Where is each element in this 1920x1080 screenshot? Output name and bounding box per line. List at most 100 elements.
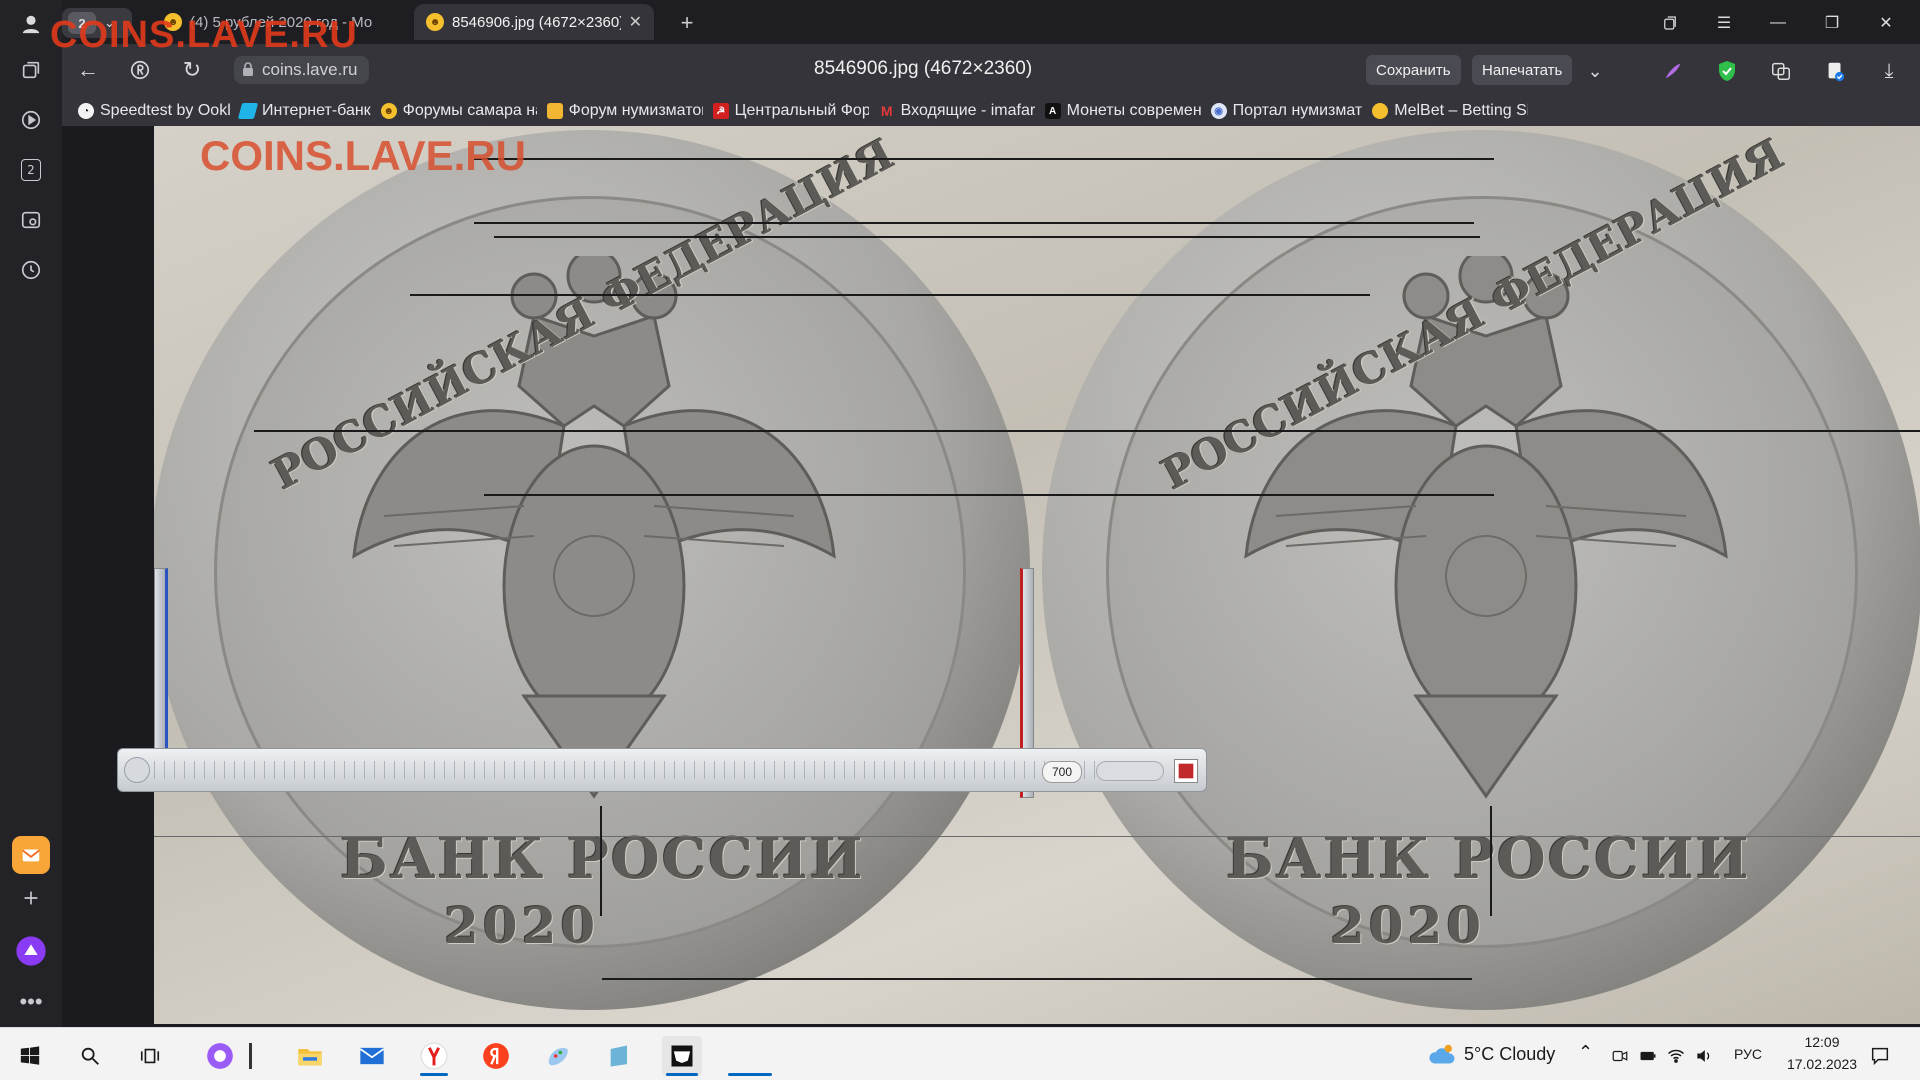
search-icon[interactable]: [70, 1036, 110, 1076]
bookmark-samara-forums[interactable]: ☻ Форумы самара на: [380, 102, 547, 120]
chevron-up-icon[interactable]: ⌃: [1578, 1042, 1593, 1063]
bookmark-numismatist-portal[interactable]: ◉ Портал нумизмат: [1210, 102, 1373, 120]
coin-year-left: 2020: [444, 896, 600, 955]
watermark-image: COINS.LAVE.RU: [200, 132, 526, 179]
bookmark-inbox[interactable]: M Входящие - imafar: [879, 102, 1045, 120]
bookmark-numismatist-forum[interactable]: Форум нумизматов: [546, 102, 713, 120]
tab-label: 8546906.jpg (4672×2360): [452, 13, 621, 31]
guide-line: [154, 836, 1920, 837]
coin-photo[interactable]: РОССИЙСКАЯ ФЕДЕРАЦИЯ РОССИЙСКАЯ ФЕДЕРАЦИ…: [154, 126, 1920, 1024]
guide-line: [474, 158, 1494, 160]
guide-line-vertical: [600, 806, 602, 916]
menu-icon[interactable]: ☰: [1702, 8, 1746, 38]
coin-icon: ◉: [1210, 103, 1227, 119]
caliper-left-jaw[interactable]: [154, 568, 168, 778]
caliper-controls[interactable]: [1096, 761, 1164, 781]
input-language[interactable]: РУС: [1734, 1046, 1762, 1062]
reload-icon[interactable]: ↻: [176, 54, 208, 86]
guide-line: [494, 236, 1480, 238]
volume-icon[interactable]: [1690, 1036, 1718, 1076]
restore-icon[interactable]: ❐: [1810, 8, 1854, 38]
page-title: 8546906.jpg (4672×2360): [814, 58, 1033, 79]
battery-icon[interactable]: [1634, 1036, 1662, 1076]
speedtest-icon: ◔: [78, 103, 94, 119]
document-check-icon[interactable]: [1820, 56, 1850, 86]
bookmark-label: Speedtest by Ookla: [100, 102, 230, 119]
close-tab-icon[interactable]: ✕: [629, 12, 642, 32]
tabs-count-button[interactable]: 2: [13, 152, 49, 188]
watermark-top: COINS.LAVE.RU: [50, 14, 358, 56]
collections-icon[interactable]: [13, 52, 49, 88]
mail-icon: M: [880, 103, 893, 119]
active-indicator: [728, 1073, 772, 1076]
bookmark-label: Монеты современ: [1066, 102, 1201, 119]
back-arrow-icon[interactable]: ←: [72, 54, 104, 86]
yandex-home-icon[interactable]: [124, 54, 156, 86]
weather-cloud-icon[interactable]: [1422, 1036, 1462, 1076]
collections-panel-icon[interactable]: [1648, 8, 1692, 38]
active-indicator: [420, 1073, 448, 1076]
browser-window: 2 ••• 2 ⌄ ☻ (4) 5 рублей 2020 год - Мо ☻: [0, 0, 1920, 1027]
caliper-handle-icon[interactable]: [124, 757, 150, 783]
smiley-icon: ☻: [380, 103, 397, 119]
save-button[interactable]: Сохранить: [1366, 55, 1461, 85]
batman-app-icon[interactable]: [662, 1036, 702, 1076]
profile-icon[interactable]: [13, 6, 49, 42]
feather-extension-icon[interactable]: [1658, 56, 1688, 86]
windows-start-icon[interactable]: [10, 1036, 50, 1076]
file-explorer-icon[interactable]: [290, 1036, 330, 1076]
bookmark-speedtest[interactable]: ◔ Speedtest by Ookla: [78, 102, 240, 120]
bookmark-melbet[interactable]: MelBet – Betting Sit: [1372, 102, 1538, 120]
history-clock-icon[interactable]: [13, 252, 49, 288]
paint-icon[interactable]: [538, 1036, 578, 1076]
caliper-ruler[interactable]: 700: [117, 748, 1207, 792]
task-view-icon[interactable]: [130, 1036, 170, 1076]
shield-check-icon[interactable]: [1712, 56, 1742, 86]
mail-taskbar-icon[interactable]: [352, 1036, 392, 1076]
bookmark-label: Портал нумизмат: [1232, 102, 1363, 119]
url-text: coins.lave.ru: [262, 60, 358, 79]
smiley-favicon-icon: ☻: [426, 13, 444, 31]
meet-now-icon[interactable]: [1606, 1036, 1634, 1076]
more-options-icon[interactable]: •••: [13, 984, 49, 1020]
minimize-icon[interactable]: —: [1756, 8, 1800, 38]
yandex-browser-icon[interactable]: [414, 1036, 454, 1076]
guide-line: [410, 294, 1370, 296]
bookmarks-bar: ◔ Speedtest by Ookla Интернет-банк ☻ Фор…: [62, 96, 1920, 126]
yandex-icon[interactable]: [476, 1036, 516, 1076]
bookmark-modern-coins[interactable]: A Монеты современ: [1044, 102, 1211, 120]
bookmark-internet-bank[interactable]: Интернет-банк: [237, 102, 381, 120]
clock-time[interactable]: 12:09: [1792, 1034, 1852, 1050]
download-icon[interactable]: ⤓: [1874, 56, 1904, 86]
mail-app-icon[interactable]: [12, 836, 50, 874]
new-tab-button[interactable]: +: [672, 8, 702, 38]
clock-date[interactable]: 17.02.2023: [1776, 1056, 1868, 1072]
alice-assistant-icon[interactable]: [12, 932, 50, 970]
add-panel-icon[interactable]: [13, 880, 49, 916]
active-indicator: [666, 1073, 698, 1076]
alice-taskbar-icon[interactable]: [200, 1036, 240, 1076]
guide-line: [484, 494, 1494, 496]
eagle-emblem-right: [1244, 256, 1728, 799]
chevron-down-icon[interactable]: ⌄: [1580, 56, 1610, 86]
caliper-readout: 700: [1042, 761, 1082, 783]
weather-text[interactable]: 5°C Cloudy: [1464, 1044, 1555, 1065]
notifications-icon[interactable]: [1860, 1036, 1900, 1076]
caliper-close-icon[interactable]: [1174, 759, 1198, 783]
notes-app-icon[interactable]: [600, 1036, 640, 1076]
print-button[interactable]: Напечатать: [1472, 55, 1573, 85]
active-app-underline: [728, 1036, 772, 1076]
letter-a-icon: A: [1044, 103, 1061, 119]
tab-image[interactable]: ☻ 8546906.jpg (4672×2360) ✕: [414, 4, 654, 40]
separator-icon: [244, 1036, 256, 1076]
bookmark-central-forum[interactable]: ☭ Центральный Фор: [712, 102, 879, 120]
translate-icon[interactable]: [1766, 56, 1796, 86]
url-field[interactable]: coins.lave.ru: [234, 56, 370, 84]
video-play-icon[interactable]: [13, 102, 49, 138]
bank-icon: [237, 103, 259, 119]
eagle-emblem-left: [352, 256, 836, 799]
screenshot-icon[interactable]: [13, 202, 49, 238]
close-window-icon[interactable]: ✕: [1864, 8, 1908, 38]
melbet-icon: [1372, 103, 1389, 119]
wifi-icon[interactable]: [1662, 1036, 1690, 1076]
